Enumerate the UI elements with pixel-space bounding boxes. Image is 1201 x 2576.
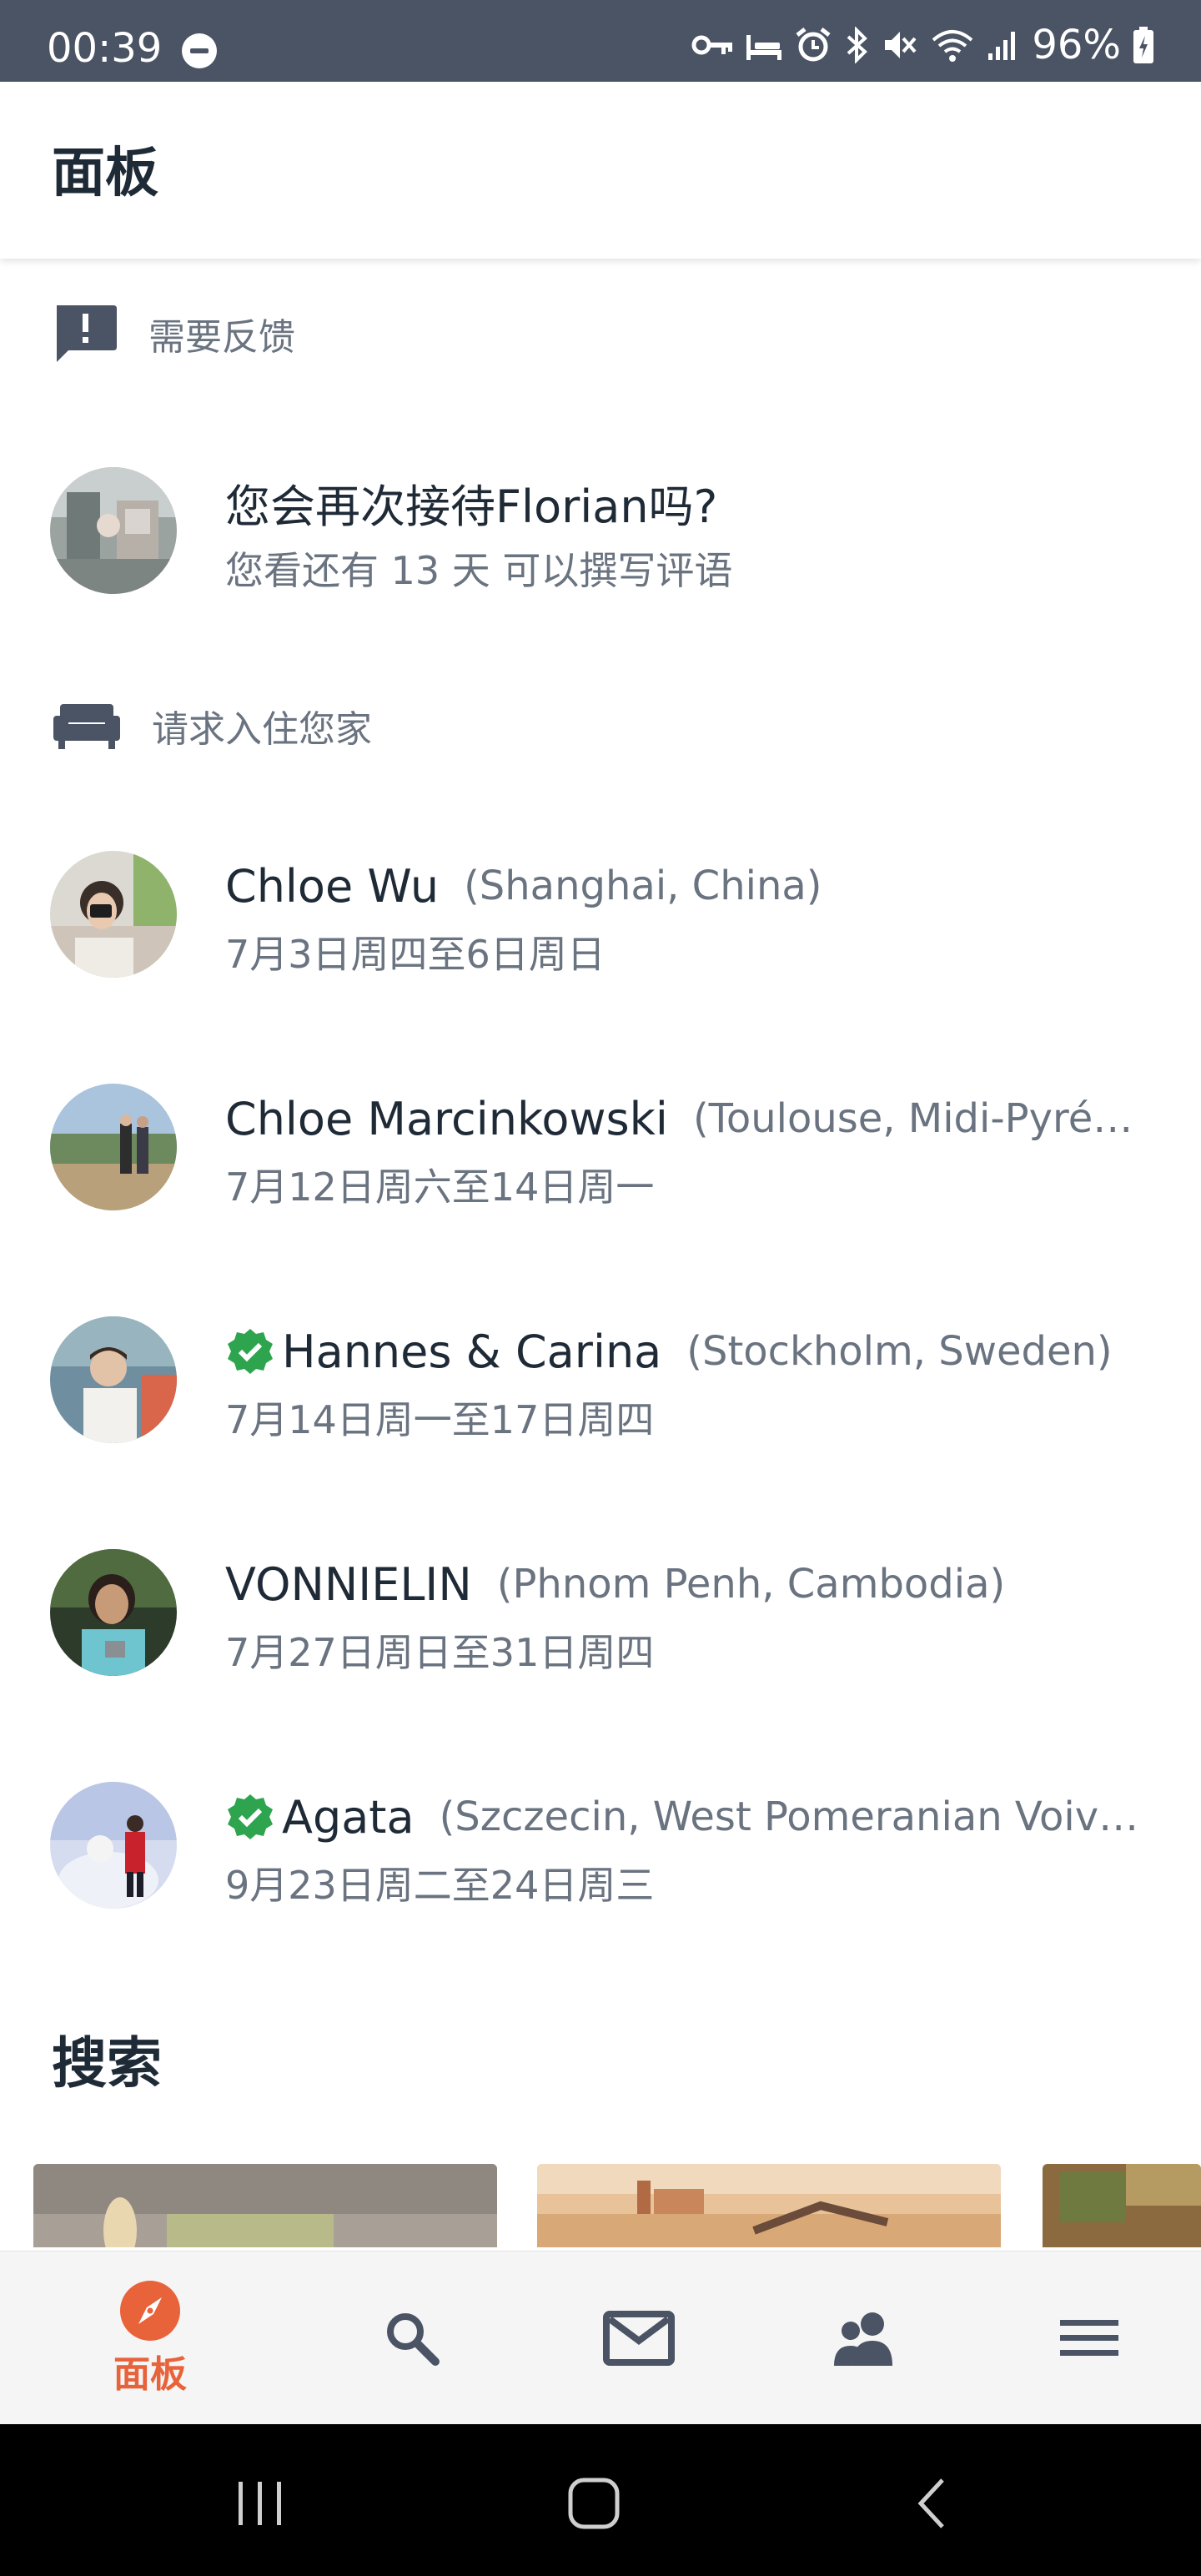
status-bar: 00:39 96% — [0, 0, 1201, 82]
menu-icon — [1060, 2320, 1118, 2356]
guest-name: Agata — [282, 1790, 415, 1844]
request-item[interactable]: Agata (Szczecin, West Pomeranian Voivode… — [0, 1779, 1201, 1912]
bed-icon — [746, 35, 782, 60]
guest-location: (Szczecin, West Pomeranian Voivodeship, … — [439, 1794, 1151, 1840]
requests-section-label: 请求入住您家 — [152, 708, 372, 751]
request-item[interactable]: Chloe Marcinkowski (Toulouse, Midi-Pyrén… — [0, 1080, 1201, 1214]
feedback-item[interactable]: 您会再次接待Florian吗? 您看还有 13 天 可以撰写评语 — [0, 464, 1201, 597]
guest-location: (Toulouse, Midi-Pyrénées, France) — [692, 1095, 1151, 1142]
guest-name: Hannes & Carina — [282, 1325, 662, 1378]
avatar — [50, 1316, 177, 1443]
home-icon — [568, 2478, 620, 2529]
guest-location: (Phnom Penh, Cambodia) — [496, 1561, 1006, 1607]
feedback-question: 您会再次接待Florian吗? — [225, 480, 718, 533]
avatar — [50, 851, 177, 978]
search-icon — [387, 2313, 440, 2366]
stay-dates: 7月12日周六至14日周一 — [225, 1165, 655, 1210]
avatar — [50, 1782, 177, 1909]
recents-button[interactable] — [210, 2466, 310, 2541]
stay-dates: 7月14日周一至17日周四 — [225, 1397, 655, 1442]
wifi-icon — [932, 30, 973, 62]
app-header: 面板 — [0, 82, 1201, 259]
request-item[interactable]: VONNIELIN (Phnom Penh, Cambodia) 7月27日周日… — [0, 1546, 1201, 1679]
guest-location: (Shanghai, China) — [464, 863, 822, 909]
do-not-disturb-icon — [182, 33, 217, 68]
mute-icon — [885, 32, 917, 58]
request-item[interactable]: Hannes & Carina (Stockholm, Sweden) 7月14… — [0, 1313, 1201, 1446]
guest-location: (Stockholm, Sweden) — [686, 1328, 1113, 1375]
home-button[interactable] — [544, 2466, 644, 2541]
back-icon — [917, 2478, 944, 2528]
battery-level: 96% — [1032, 22, 1121, 68]
signal-icon — [988, 32, 1016, 60]
verified-icon — [228, 1794, 273, 1839]
nav-menu[interactable] — [1006, 2251, 1173, 2425]
search-card[interactable] — [33, 2164, 497, 2247]
vpn-key-icon — [691, 35, 733, 55]
bottom-nav: 面板 — [0, 2251, 1201, 2424]
guest-name: Chloe Wu — [225, 859, 440, 913]
search-card[interactable] — [1043, 2164, 1201, 2247]
page-title: 面板 — [52, 143, 158, 204]
back-button[interactable] — [881, 2466, 981, 2541]
search-heading: 搜索 — [52, 2031, 162, 2096]
bluetooth-icon — [847, 27, 868, 63]
nav-dashboard[interactable]: 面板 — [67, 2251, 234, 2425]
guest-name: Chloe Marcinkowski — [225, 1092, 668, 1145]
stay-dates: 7月3日周四至6日周日 — [225, 932, 606, 977]
status-icons: 96% — [691, 22, 1154, 68]
feedback-icon — [57, 305, 117, 362]
mail-icon — [603, 2311, 675, 2366]
feedback-section-label: 需要反馈 — [148, 316, 295, 359]
guest-name: VONNIELIN — [225, 1557, 472, 1611]
avatar — [50, 1549, 177, 1676]
avatar — [50, 1084, 177, 1210]
alarm-icon — [796, 28, 831, 62]
request-item[interactable]: Chloe Wu (Shanghai, China) 7月3日周四至6日周日 — [0, 848, 1201, 981]
nav-messages[interactable] — [555, 2251, 722, 2425]
search-cards — [0, 2164, 1201, 2247]
feedback-subtitle: 您看还有 13 天 可以撰写评语 — [225, 548, 733, 593]
requests-section-header: 请求入住您家 — [52, 692, 372, 759]
system-nav-bar — [0, 2424, 1201, 2576]
recents-icon — [239, 2482, 281, 2525]
feedback-section-header: 需要反馈 — [52, 300, 295, 367]
sofa-icon — [53, 704, 120, 749]
stay-dates: 7月27日周日至31日周四 — [225, 1630, 655, 1675]
nav-people[interactable] — [781, 2251, 947, 2425]
nav-dashboard-label: 面板 — [113, 2353, 187, 2396]
status-time: 00:39 — [47, 25, 163, 72]
nav-search[interactable] — [329, 2251, 495, 2425]
stay-dates: 9月23日周二至24日周三 — [225, 1863, 655, 1908]
avatar — [50, 467, 177, 594]
battery-charging-icon — [1133, 27, 1153, 63]
search-card[interactable] — [537, 2164, 1001, 2247]
verified-icon — [228, 1329, 273, 1374]
people-icon — [834, 2312, 892, 2366]
compass-icon — [120, 2281, 180, 2341]
